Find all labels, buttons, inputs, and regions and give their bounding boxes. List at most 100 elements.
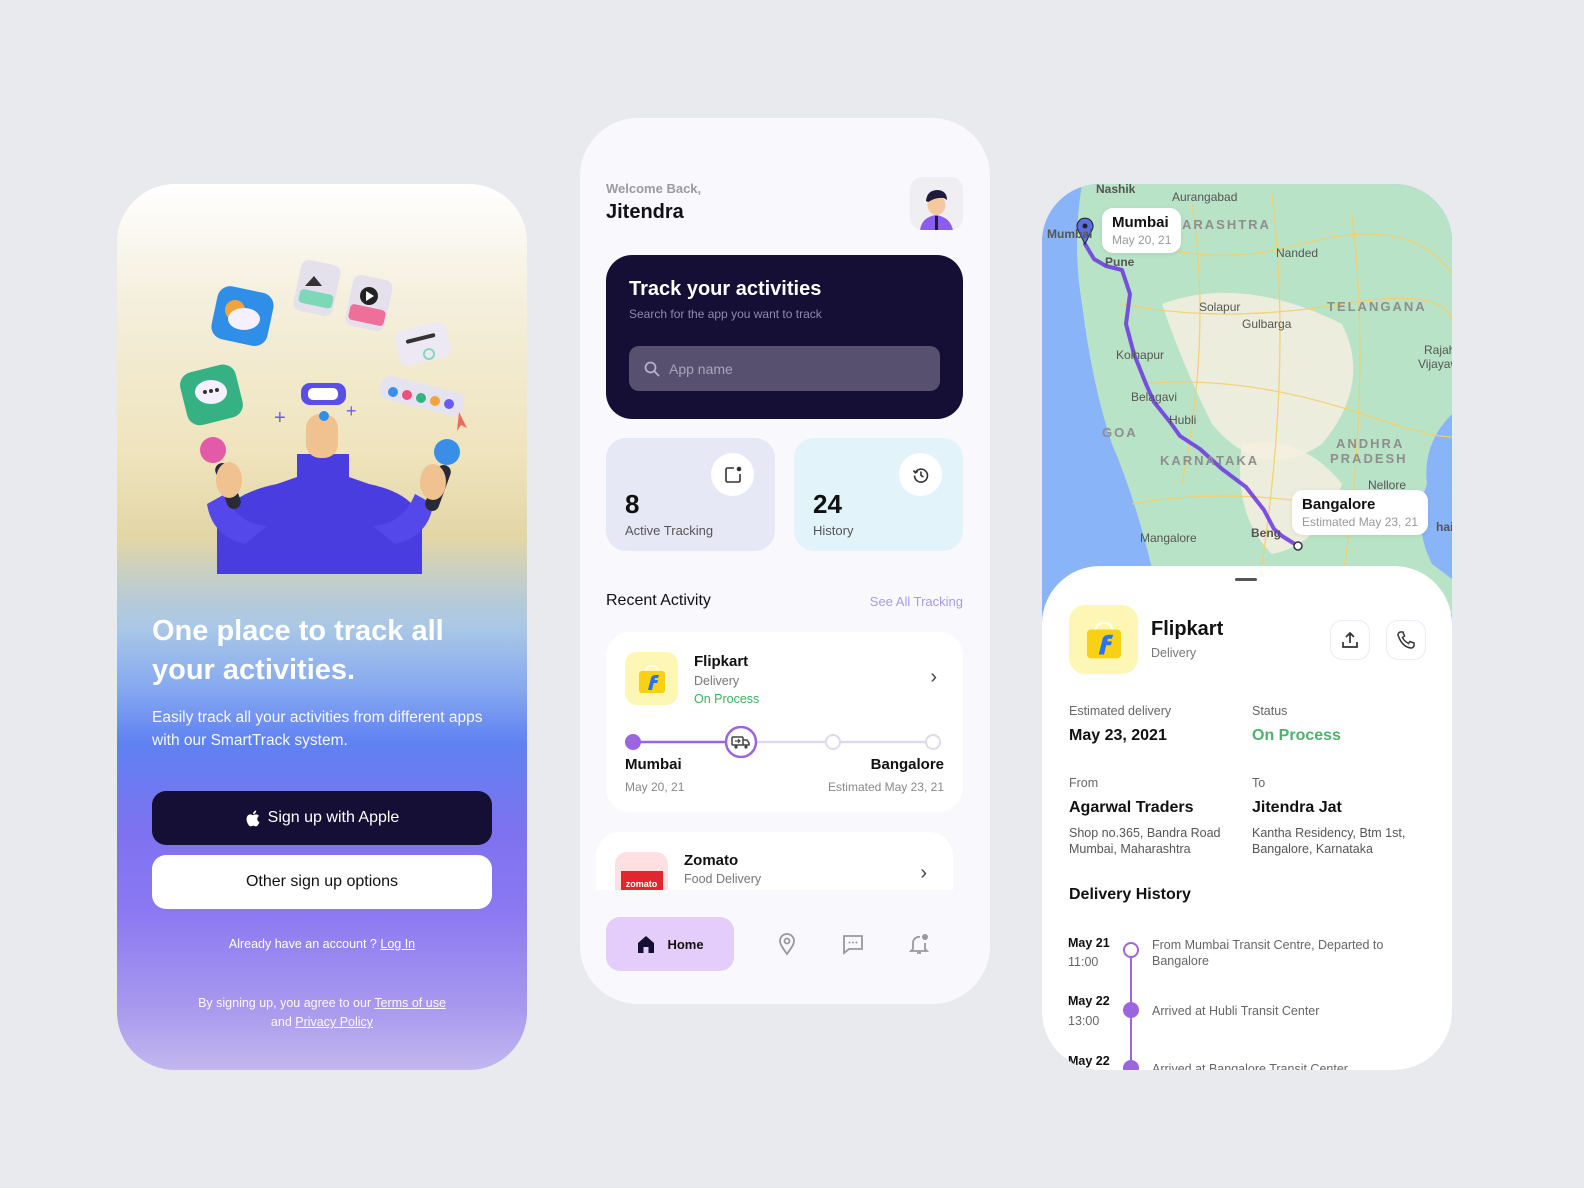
notification-icon[interactable] xyxy=(907,932,931,956)
terms-notice: By signing up, you agree to our Terms of… xyxy=(117,994,527,1032)
svg-text:+: + xyxy=(346,401,357,421)
map-city-label: Aurangabad xyxy=(1172,190,1238,204)
chevron-right-icon[interactable]: › xyxy=(930,666,937,689)
terms-of-use-link[interactable]: Terms of use xyxy=(374,996,446,1010)
call-button[interactable] xyxy=(1386,620,1426,660)
progress-step-end xyxy=(925,734,941,750)
track-activities-card: Track your activities Search for the app… xyxy=(606,255,963,419)
terms-prefix: By signing up, you agree to our xyxy=(198,996,372,1010)
history-text: Arrived at Bangalore Transit Center xyxy=(1152,1062,1348,1070)
onboarding-headline: One place to track all your activities. xyxy=(152,615,444,686)
chat-icon[interactable] xyxy=(841,932,865,956)
app-search-input[interactable] xyxy=(669,360,919,377)
home-screen: Welcome Back, Jitendra Track your activi… xyxy=(580,118,990,1004)
stat-icon-wrapper xyxy=(711,453,754,496)
sign-up-apple-label: Sign up with Apple xyxy=(267,809,400,826)
zomato-logo: zomato xyxy=(615,852,668,890)
destination-bubble-date: Estimated May 23, 21 xyxy=(1302,515,1419,529)
history-icon xyxy=(912,467,928,483)
zomato-icon: zomato xyxy=(620,870,663,890)
track-card-subtitle: Search for the app you want to track xyxy=(629,307,822,321)
map-state-label: TELANGANA xyxy=(1327,299,1427,314)
status-badge: On Process xyxy=(1252,727,1341,744)
vr-user-illustration: + + + + xyxy=(180,259,467,574)
delivery-details-screen: Nashik Aurangabad Mumbai Pune Nanded Sol… xyxy=(1042,184,1452,1070)
tracking-icon xyxy=(724,466,741,483)
color-palette-icon xyxy=(379,376,467,431)
share-icon xyxy=(1342,631,1358,648)
map-state-label: PRADESH xyxy=(1330,451,1408,466)
location-icon[interactable] xyxy=(775,932,799,956)
route-map[interactable]: Nashik Aurangabad Mumbai Pune Nanded Sol… xyxy=(1042,184,1452,614)
map-city-label: Mangalore xyxy=(1140,531,1197,545)
map-city-label: Hubli xyxy=(1169,413,1197,427)
flipkart-icon xyxy=(638,664,665,693)
to-label: To xyxy=(1252,776,1266,790)
active-tracking-count: 8 xyxy=(625,489,640,519)
other-sign-up-label: Other sign up options xyxy=(245,873,399,890)
progress-step-current xyxy=(724,726,758,758)
details-app-name: Flipkart xyxy=(1151,618,1224,640)
weather-app-icon xyxy=(211,286,274,347)
history-time: 11:00 xyxy=(1068,955,1099,969)
from-label: From xyxy=(1069,776,1099,790)
see-all-tracking-link[interactable]: See All Tracking xyxy=(870,594,963,609)
activity-card-zomato[interactable]: zomato Zomato Food Delivery › xyxy=(596,832,953,890)
history-count: 24 xyxy=(813,489,842,519)
sheet-drag-handle[interactable] xyxy=(1235,578,1257,581)
timeline-dot xyxy=(1123,1002,1139,1018)
app-search-box[interactable] xyxy=(629,346,940,391)
recipient-name: Jitendra Jat xyxy=(1252,799,1342,816)
destination-city: Bangalore xyxy=(870,756,944,773)
login-link[interactable]: Log In xyxy=(380,937,415,951)
share-button[interactable] xyxy=(1330,620,1370,660)
history-date: May 21 xyxy=(1068,936,1110,950)
other-sign-up-button[interactable]: Other sign up options xyxy=(152,855,492,909)
map-city-label: Belagavi xyxy=(1131,390,1178,404)
terms-and: and xyxy=(270,1015,292,1029)
map-city-label: Rajah xyxy=(1424,343,1452,357)
home-icon xyxy=(638,936,655,953)
map-state-label: ANDHRA xyxy=(1336,436,1405,451)
activity-status: On Process xyxy=(694,692,760,706)
chat-app-icon xyxy=(180,364,243,426)
svg-text:+: + xyxy=(274,407,286,429)
map-city-label: Kolhapur xyxy=(1116,348,1165,362)
history-stat-card[interactable]: 24 History xyxy=(794,438,963,551)
recent-activity-heading: Recent Activity xyxy=(606,592,711,609)
image-card-icon xyxy=(293,259,341,317)
active-tracking-label: Active Tracking xyxy=(625,523,714,538)
map-city-label: Vijayaw xyxy=(1418,357,1452,371)
history-label: History xyxy=(813,523,854,538)
document-card-icon xyxy=(395,321,451,367)
track-card-title: Track your activities xyxy=(629,278,822,300)
map-city-label: Nanded xyxy=(1276,246,1319,260)
flipkart-logo xyxy=(625,652,678,705)
welcome-text: Welcome Back, xyxy=(606,181,702,196)
map-city-label: Beng xyxy=(1251,526,1281,540)
activity-card-flipkart[interactable]: Flipkart Delivery On Process › Mumbai Ma… xyxy=(606,632,963,812)
progress-step-start xyxy=(625,734,641,750)
map-city-label: Solapur xyxy=(1199,300,1241,314)
onboarding-screen: + + + + One place to track all your acti… xyxy=(117,184,527,1070)
map-state-label: KARNATAKA xyxy=(1160,453,1260,468)
tab-home-label: Home xyxy=(667,936,704,952)
activity-type: Delivery xyxy=(694,674,740,688)
map-state-label: GOA xyxy=(1102,425,1138,440)
video-card-icon xyxy=(345,274,393,332)
recipient-address: Kantha Residency, Btm 1st, Bangalore, Ka… xyxy=(1252,826,1406,856)
active-tracking-stat-card[interactable]: 8 Active Tracking xyxy=(606,438,775,551)
user-name: Jitendra xyxy=(606,201,684,223)
status-label: Status xyxy=(1252,704,1288,718)
privacy-policy-link[interactable]: Privacy Policy xyxy=(295,1015,373,1029)
right-controller xyxy=(420,439,460,511)
avatar[interactable] xyxy=(910,177,963,230)
sign-up-apple-button[interactable]: Sign up with Apple xyxy=(152,791,492,845)
activity-type: Food Delivery xyxy=(684,872,762,886)
destination-marker xyxy=(1293,541,1303,551)
chevron-right-icon[interactable]: › xyxy=(920,862,927,885)
origin-date: May 20, 21 xyxy=(625,780,685,794)
tab-home[interactable]: Home xyxy=(606,917,734,971)
history-text: Arrived at Hubli Transit Center xyxy=(1152,1004,1320,1018)
timeline-dot xyxy=(1123,942,1139,958)
